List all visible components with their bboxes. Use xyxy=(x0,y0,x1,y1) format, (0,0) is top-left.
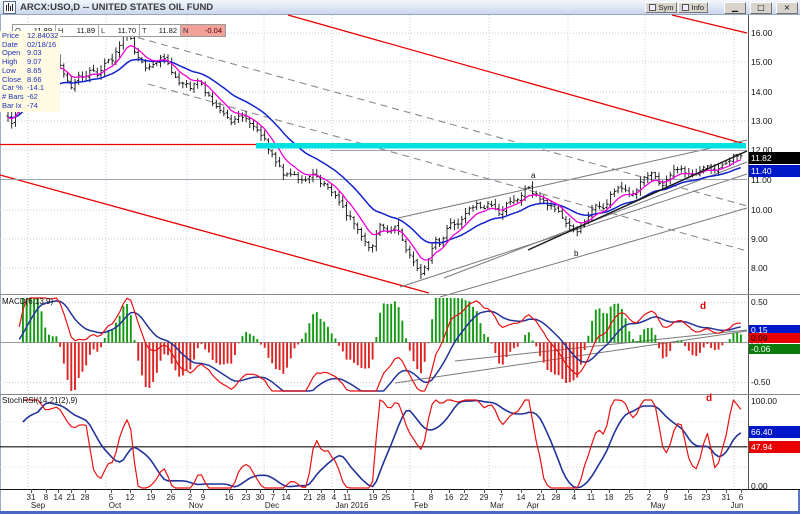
price-axis-column[interactable] xyxy=(748,15,800,489)
chart-canvas[interactable] xyxy=(0,0,800,514)
chart-window: ARCX:USO,D -- UNITED STATES OIL FUND Sym… xyxy=(0,0,800,514)
